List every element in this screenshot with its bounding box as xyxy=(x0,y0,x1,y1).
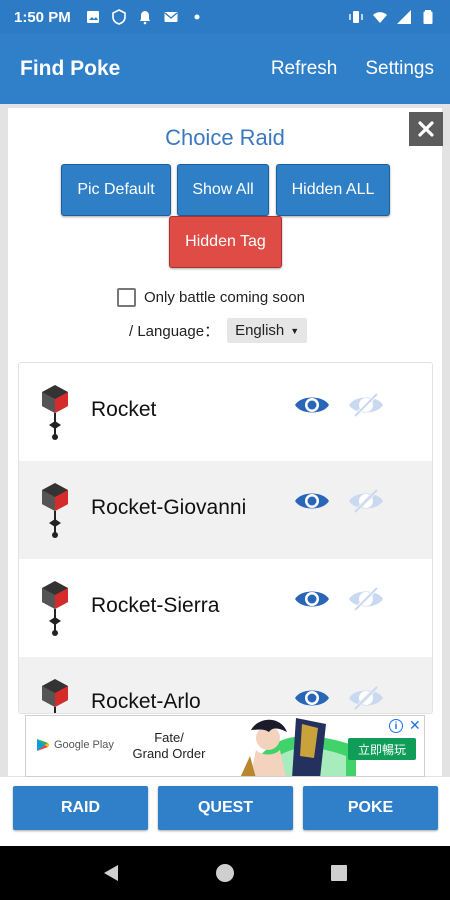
eye-off-icon[interactable] xyxy=(347,392,385,418)
ad-title-line-2: Grand Order xyxy=(132,746,206,761)
rocket-tag-icon xyxy=(42,385,68,440)
back-icon[interactable] xyxy=(101,863,121,883)
language-row: / Language： English ▼ xyxy=(129,318,308,343)
ad-info-icon[interactable]: i xyxy=(389,719,403,733)
eye-icon[interactable] xyxy=(293,392,331,418)
rocket-tag-icon xyxy=(42,679,68,713)
hidden-tag-button[interactable]: Hidden Tag xyxy=(169,216,282,268)
status-time: 1:50 PM xyxy=(14,8,71,26)
coming-soon-checkbox[interactable] xyxy=(117,288,136,307)
language-label: / Language： xyxy=(129,323,220,340)
coming-soon-label: Only battle coming soon xyxy=(144,289,305,306)
bottom-tabs: RAID QUEST POKE xyxy=(0,777,450,842)
tab-quest[interactable]: QUEST xyxy=(158,786,293,830)
list-item-label: Rocket xyxy=(91,398,157,421)
raid-list: Rocket Rocket-Giovanni Rocket-Sierra Roc… xyxy=(18,362,433,714)
wifi-icon xyxy=(372,9,388,25)
pic-default-button[interactable]: Pic Default xyxy=(61,164,171,216)
tab-poke[interactable]: POKE xyxy=(303,786,438,830)
list-item-label: Rocket-Giovanni xyxy=(91,496,247,519)
language-value: English xyxy=(235,322,285,339)
ad-title: Fate/ Grand Order xyxy=(129,730,209,762)
close-button[interactable] xyxy=(409,112,443,146)
dropdown-arrow-icon: ▼ xyxy=(290,325,300,336)
rocket-tag-icon xyxy=(42,483,68,538)
ad-close-icon[interactable]: ✕ xyxy=(409,717,421,734)
eye-off-icon[interactable] xyxy=(347,488,385,514)
ad-artwork xyxy=(240,718,356,776)
vibrate-icon xyxy=(348,9,364,25)
eye-icon[interactable] xyxy=(293,488,331,514)
close-icon xyxy=(418,121,434,137)
signal-icon xyxy=(396,9,412,25)
rocket-tag-icon xyxy=(42,581,68,636)
google-play-icon xyxy=(37,739,50,751)
list-item[interactable]: Rocket xyxy=(19,363,432,461)
eye-icon[interactable] xyxy=(293,586,331,612)
status-bar: 1:50 PM xyxy=(0,0,450,34)
shield-icon xyxy=(111,9,127,25)
ad-store-label: Google Play xyxy=(54,739,114,751)
eye-icon[interactable] xyxy=(293,685,331,711)
list-item-label: Rocket-Arlo xyxy=(91,690,201,713)
eye-off-icon[interactable] xyxy=(347,685,385,711)
show-all-button[interactable]: Show All xyxy=(177,164,269,216)
ad-title-line-1: Fate/ xyxy=(154,730,184,745)
list-item[interactable]: Rocket-Arlo xyxy=(19,657,432,713)
google-play-badge: Google Play xyxy=(36,738,114,752)
language-select[interactable]: English ▼ xyxy=(227,318,308,343)
coming-soon-option[interactable]: Only battle coming soon xyxy=(117,288,305,307)
app-title: Find Poke xyxy=(20,57,121,80)
bell-icon xyxy=(137,9,153,25)
dialog-title: Choice Raid xyxy=(165,125,285,150)
ad-cta-button[interactable]: 立即暢玩 xyxy=(348,738,416,760)
tab-raid[interactable]: RAID xyxy=(13,786,148,830)
photo-icon xyxy=(85,9,101,25)
battery-icon xyxy=(420,9,436,25)
mail-icon xyxy=(163,9,179,25)
system-nav-bar xyxy=(0,846,450,900)
ad-banner[interactable]: Google Play Fate/ Grand Order 立即暢玩 i ✕ xyxy=(25,715,425,777)
recents-icon[interactable] xyxy=(329,863,349,883)
list-item[interactable]: Rocket-Sierra xyxy=(19,559,432,657)
settings-button[interactable]: Settings xyxy=(365,58,434,80)
list-item-label: Rocket-Sierra xyxy=(91,594,220,617)
refresh-button[interactable]: Refresh xyxy=(271,58,338,80)
dot-icon xyxy=(189,9,205,25)
hidden-all-button[interactable]: Hidden ALL xyxy=(276,164,390,216)
app-bar: Find Poke Refresh Settings xyxy=(0,34,450,104)
eye-off-icon[interactable] xyxy=(347,586,385,612)
home-icon[interactable] xyxy=(215,863,235,883)
list-item[interactable]: Rocket-Giovanni xyxy=(19,461,432,559)
